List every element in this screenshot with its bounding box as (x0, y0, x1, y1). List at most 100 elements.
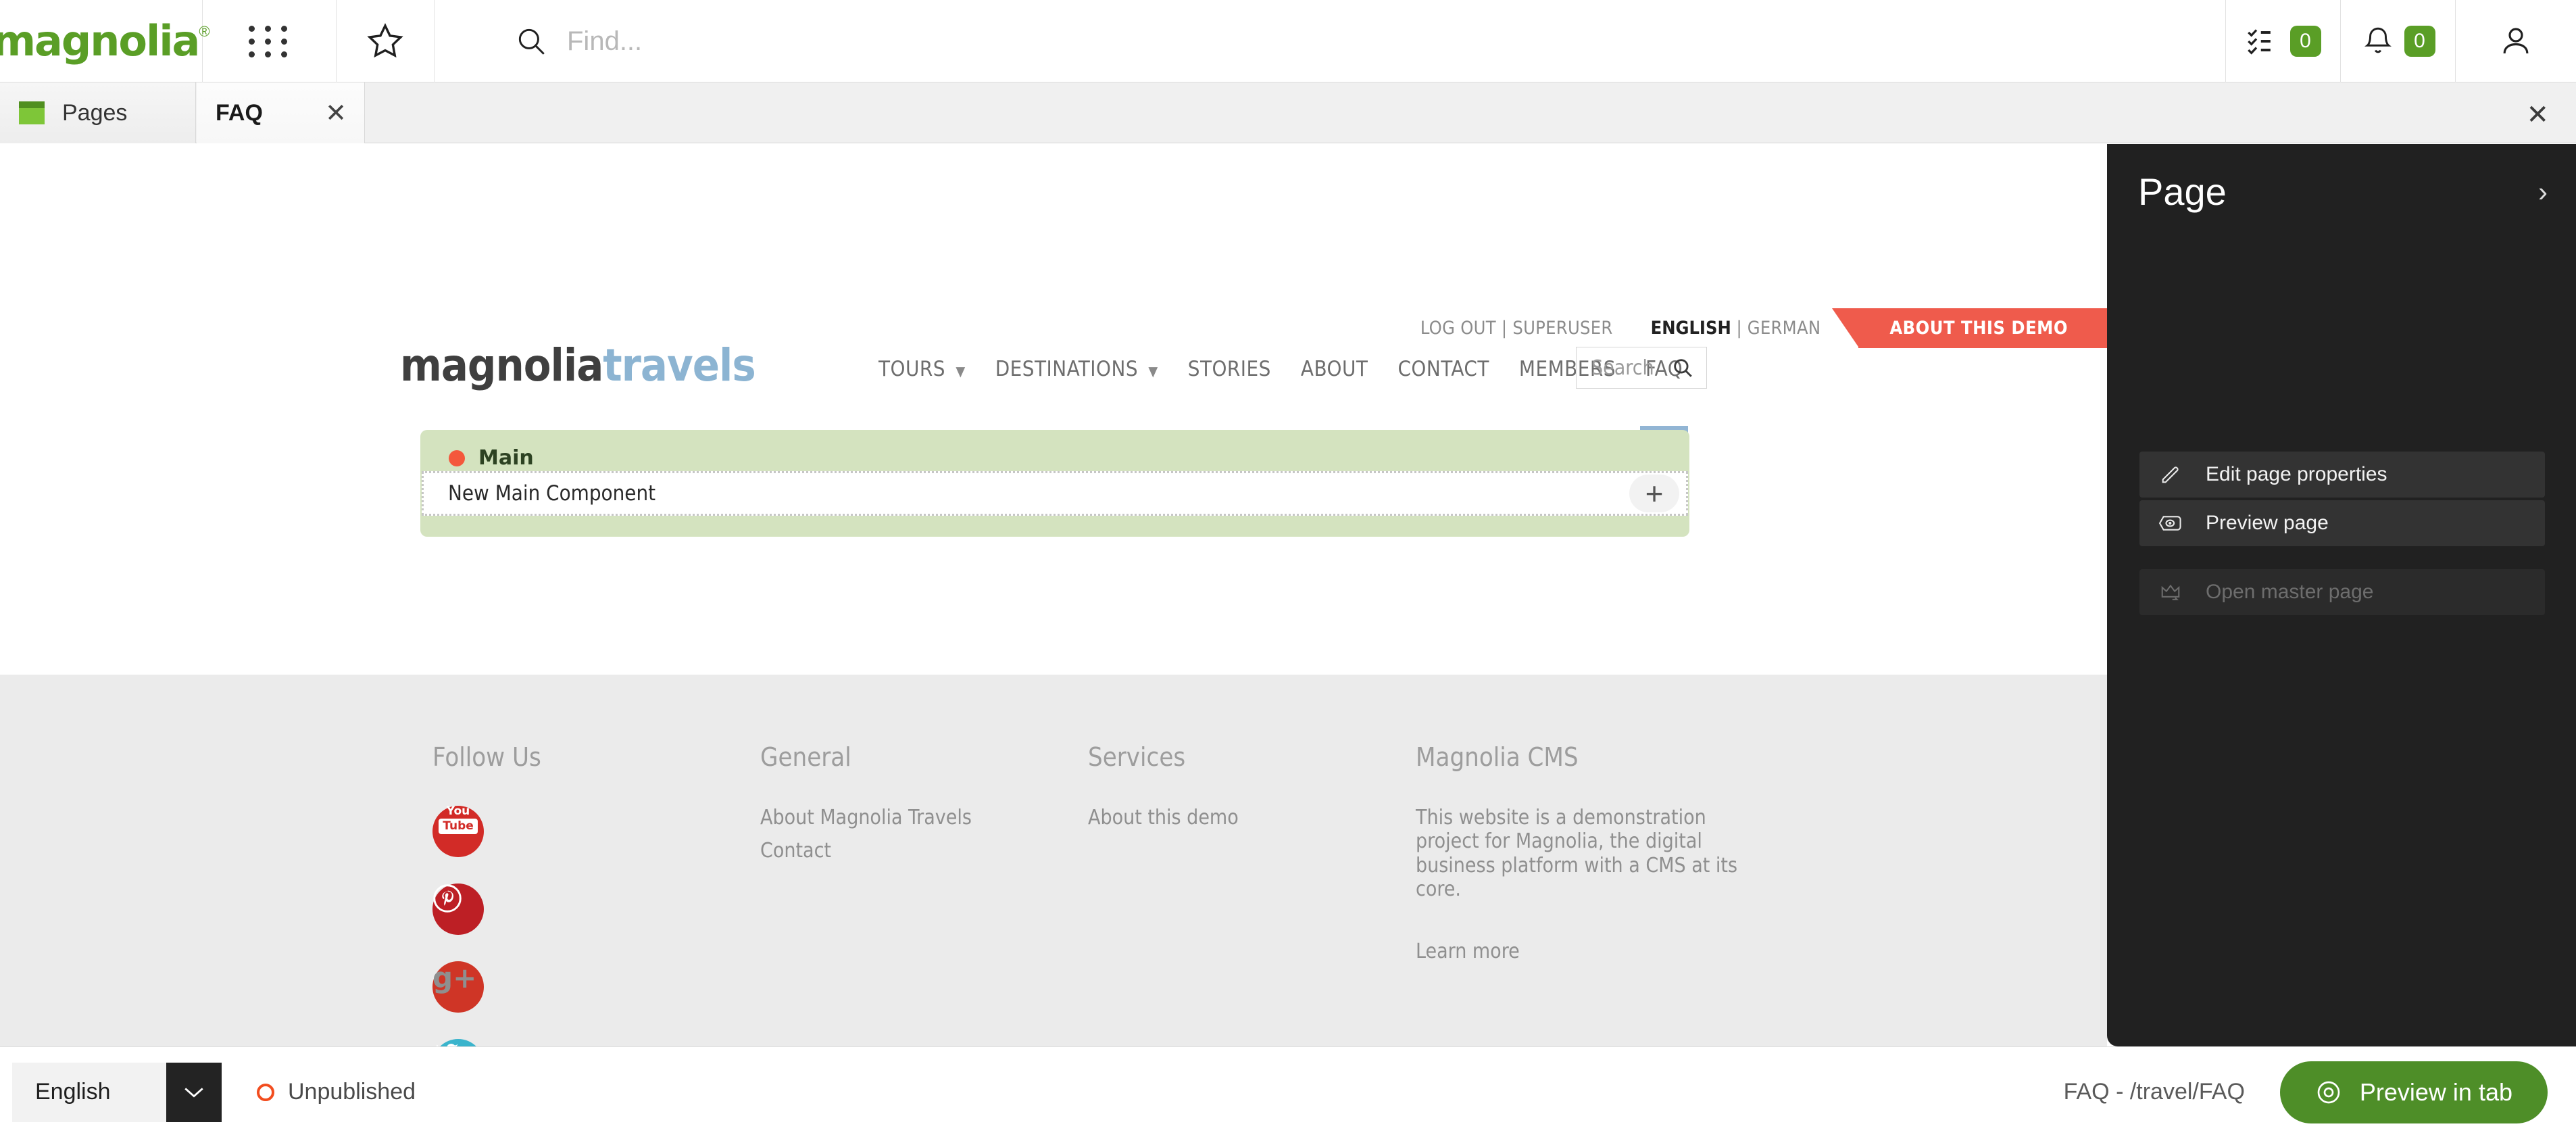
googleplus-icon[interactable]: g+ (432, 961, 484, 1013)
page-panel-header: Page › (2138, 170, 2548, 214)
edit-page-properties-label: Edit page properties (2206, 463, 2387, 485)
footer-general-title: General (760, 742, 851, 772)
site-logo-magnolia: magnolia (400, 339, 603, 391)
new-component-placeholder[interactable]: New Main Component + (422, 471, 1688, 516)
footer-follow-us-title: Follow Us (432, 742, 541, 772)
search-icon (518, 28, 545, 55)
pinterest-icon[interactable] (432, 884, 484, 935)
favorites-button[interactable] (337, 0, 435, 82)
top-app-bar: magnolia ® Find... 0 0 (0, 0, 2576, 82)
page-panel-actions: Edit page properties Preview page Open m… (2139, 452, 2545, 618)
chevron-down-icon: ▼ (1148, 363, 1158, 379)
global-search[interactable]: Find... (435, 0, 2226, 82)
close-app-icon[interactable]: ✕ (2526, 101, 2549, 128)
eye-tag-icon (2157, 513, 2184, 533)
magnolia-logo-text: magnolia (0, 16, 200, 66)
nav-item-stories[interactable]: STORIES (1188, 357, 1271, 387)
footer-cms-body: This website is a demonstration project … (1416, 806, 1738, 902)
page-editor-canvas: LOG OUT | SUPERUSER ENGLISH | GERMAN ABO… (0, 144, 2107, 1046)
global-search-placeholder: Find... (567, 26, 643, 56)
footer-link-contact[interactable]: Contact (760, 839, 1088, 863)
footer-cms-title: Magnolia CMS (1416, 742, 1579, 772)
language-switcher[interactable]: ENGLISH | GERMAN (1651, 318, 1821, 339)
publication-status: Unpublished (257, 1079, 416, 1105)
area-status-dot-icon (449, 450, 465, 466)
preview-in-tab-button[interactable]: Preview in tab (2279, 1061, 2548, 1123)
site-search-placeholder: Search (1591, 356, 1654, 380)
footer-column-magnolia-cms: Magnolia CMS This website is a demonstra… (1416, 742, 1767, 1046)
notifications-button[interactable]: 0 (2341, 0, 2456, 82)
twitter-icon[interactable] (432, 1039, 484, 1046)
current-page-path: FAQ - /travel/FAQ (2063, 1079, 2245, 1105)
chevron-right-icon[interactable]: › (2538, 177, 2548, 206)
editor-area-label: Main (449, 446, 534, 470)
site-search-input[interactable]: Search (1576, 347, 1707, 389)
language-english-link[interactable]: ENGLISH (1651, 318, 1731, 339)
tab-pages[interactable]: Pages (0, 82, 196, 143)
page-action-panel: Page › Edit page properties Preview page… (2107, 144, 2576, 1046)
language-selector[interactable]: English (12, 1062, 222, 1122)
edit-page-properties-button[interactable]: Edit page properties (2139, 452, 2545, 498)
page-panel-title: Page (2138, 170, 2227, 213)
publication-status-label: Unpublished (288, 1079, 416, 1105)
bell-icon (2364, 27, 2392, 53)
notifications-count-badge: 0 (2404, 26, 2435, 57)
nav-item-tours[interactable]: TOURS ▼ (878, 357, 966, 387)
search-icon (1674, 359, 1692, 377)
language-german-link[interactable]: GERMAN (1748, 318, 1821, 339)
tab-faq[interactable]: FAQ ✕ (197, 82, 365, 143)
preview-page-label: Preview page (2206, 512, 2329, 534)
chevron-down-icon[interactable] (166, 1062, 222, 1122)
about-this-demo-ribbon[interactable]: ABOUT THIS DEMO (1832, 308, 2107, 348)
star-icon (367, 23, 403, 58)
apps-launcher-button[interactable] (203, 0, 337, 82)
tasks-checklist-icon (2247, 29, 2271, 55)
site-utility-bar: LOG OUT | SUPERUSER ENGLISH | GERMAN ABO… (0, 308, 2107, 348)
status-bar: English Unpublished FAQ - /travel/FAQ Pr… (0, 1046, 2576, 1137)
tab-faq-label: FAQ (216, 99, 263, 126)
nav-item-about[interactable]: ABOUT (1301, 357, 1368, 387)
footer-link-about-magnolia-travels[interactable]: About Magnolia Travels (760, 806, 1088, 829)
footer-services-title: Services (1088, 742, 1186, 772)
status-bar-right: FAQ - /travel/FAQ Preview in tab (2064, 1061, 2548, 1123)
footer-link-learn-more[interactable]: Learn more (1416, 940, 1767, 963)
add-component-button[interactable]: + (1629, 475, 1679, 512)
language-separator: | (1736, 318, 1743, 339)
site-logo-travels: travels (603, 339, 756, 391)
footer-column-follow-us: Follow Us You Tube g+ (432, 742, 760, 1046)
tab-bar: Pages FAQ ✕ ✕ (0, 82, 2576, 143)
site-footer: Follow Us You Tube g+ General About Magn… (0, 675, 2107, 1046)
user-menu-button[interactable] (2456, 0, 2576, 82)
language-selector-value: English (12, 1062, 166, 1122)
nav-item-destinations-label: DESTINATIONS (995, 357, 1139, 381)
site-main-nav: TOURS ▼ DESTINATIONS ▼ STORIES ABOUT CON… (878, 357, 1689, 433)
pencil-icon (2157, 463, 2184, 486)
preview-page-button[interactable]: Preview page (2139, 500, 2545, 546)
site-logo[interactable]: magnoliatravels (400, 343, 756, 388)
preview-in-tab-label: Preview in tab (2359, 1078, 2512, 1106)
apps-grid-icon (248, 25, 291, 57)
footer-columns: Follow Us You Tube g+ General About Magn… (432, 742, 1767, 1046)
youtube-icon[interactable]: You Tube (432, 806, 484, 857)
nav-item-contact[interactable]: CONTACT (1397, 357, 1489, 387)
magnolia-logo[interactable]: magnolia ® (0, 0, 210, 82)
pages-app-icon (19, 101, 45, 124)
new-component-label: New Main Component (448, 481, 656, 506)
nav-item-destinations[interactable]: DESTINATIONS ▼ (995, 357, 1158, 387)
social-links: You Tube g+ (432, 806, 760, 1046)
footer-link-about-this-demo[interactable]: About this demo (1088, 806, 1416, 829)
logout-link[interactable]: LOG OUT | SUPERUSER (1420, 318, 1613, 339)
chevron-down-icon: ▼ (956, 363, 966, 379)
user-avatar-icon (2503, 28, 2529, 54)
eye-icon (2317, 1081, 2340, 1103)
tasks-button[interactable]: 0 (2226, 0, 2341, 82)
footer-column-services: Services About this demo (1088, 742, 1416, 1046)
footer-column-general: General About Magnolia Travels Contact (760, 742, 1088, 1046)
tab-pages-label: Pages (62, 99, 128, 126)
unpublished-status-icon (257, 1083, 274, 1101)
editor-area-label-text: Main (478, 446, 534, 470)
tasks-count-badge: 0 (2289, 26, 2321, 57)
open-master-page-button: Open master page (2139, 569, 2545, 615)
crown-arrow-icon (2157, 582, 2184, 602)
tab-faq-close-icon[interactable]: ✕ (325, 98, 347, 128)
